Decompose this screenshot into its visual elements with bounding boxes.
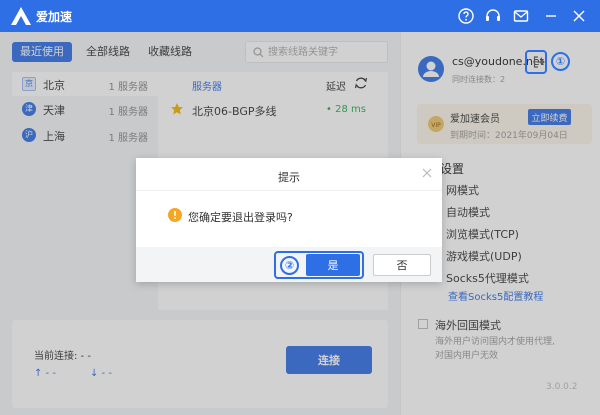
dialog-message: 您确定要退出登录吗?	[188, 211, 293, 224]
help-icon[interactable]	[457, 7, 475, 25]
mail-icon[interactable]	[512, 7, 530, 25]
minimize-icon[interactable]	[542, 7, 560, 25]
app-logo-icon	[11, 7, 31, 25]
title-bar: 爱加速	[0, 0, 600, 32]
customer-service-icon[interactable]	[484, 7, 502, 25]
close-icon[interactable]	[570, 7, 588, 25]
warning-icon	[168, 208, 182, 222]
logout-highlight-box	[525, 50, 547, 74]
dialog-close-icon[interactable]	[422, 168, 432, 178]
callout-step-2: ②	[280, 256, 299, 275]
callout-step-1: ①	[551, 52, 570, 71]
app-title: 爱加速	[36, 10, 73, 24]
dialog-divider	[136, 190, 442, 191]
confirm-no-button[interactable]: 否	[373, 254, 431, 276]
dialog-title: 提示	[278, 171, 300, 184]
